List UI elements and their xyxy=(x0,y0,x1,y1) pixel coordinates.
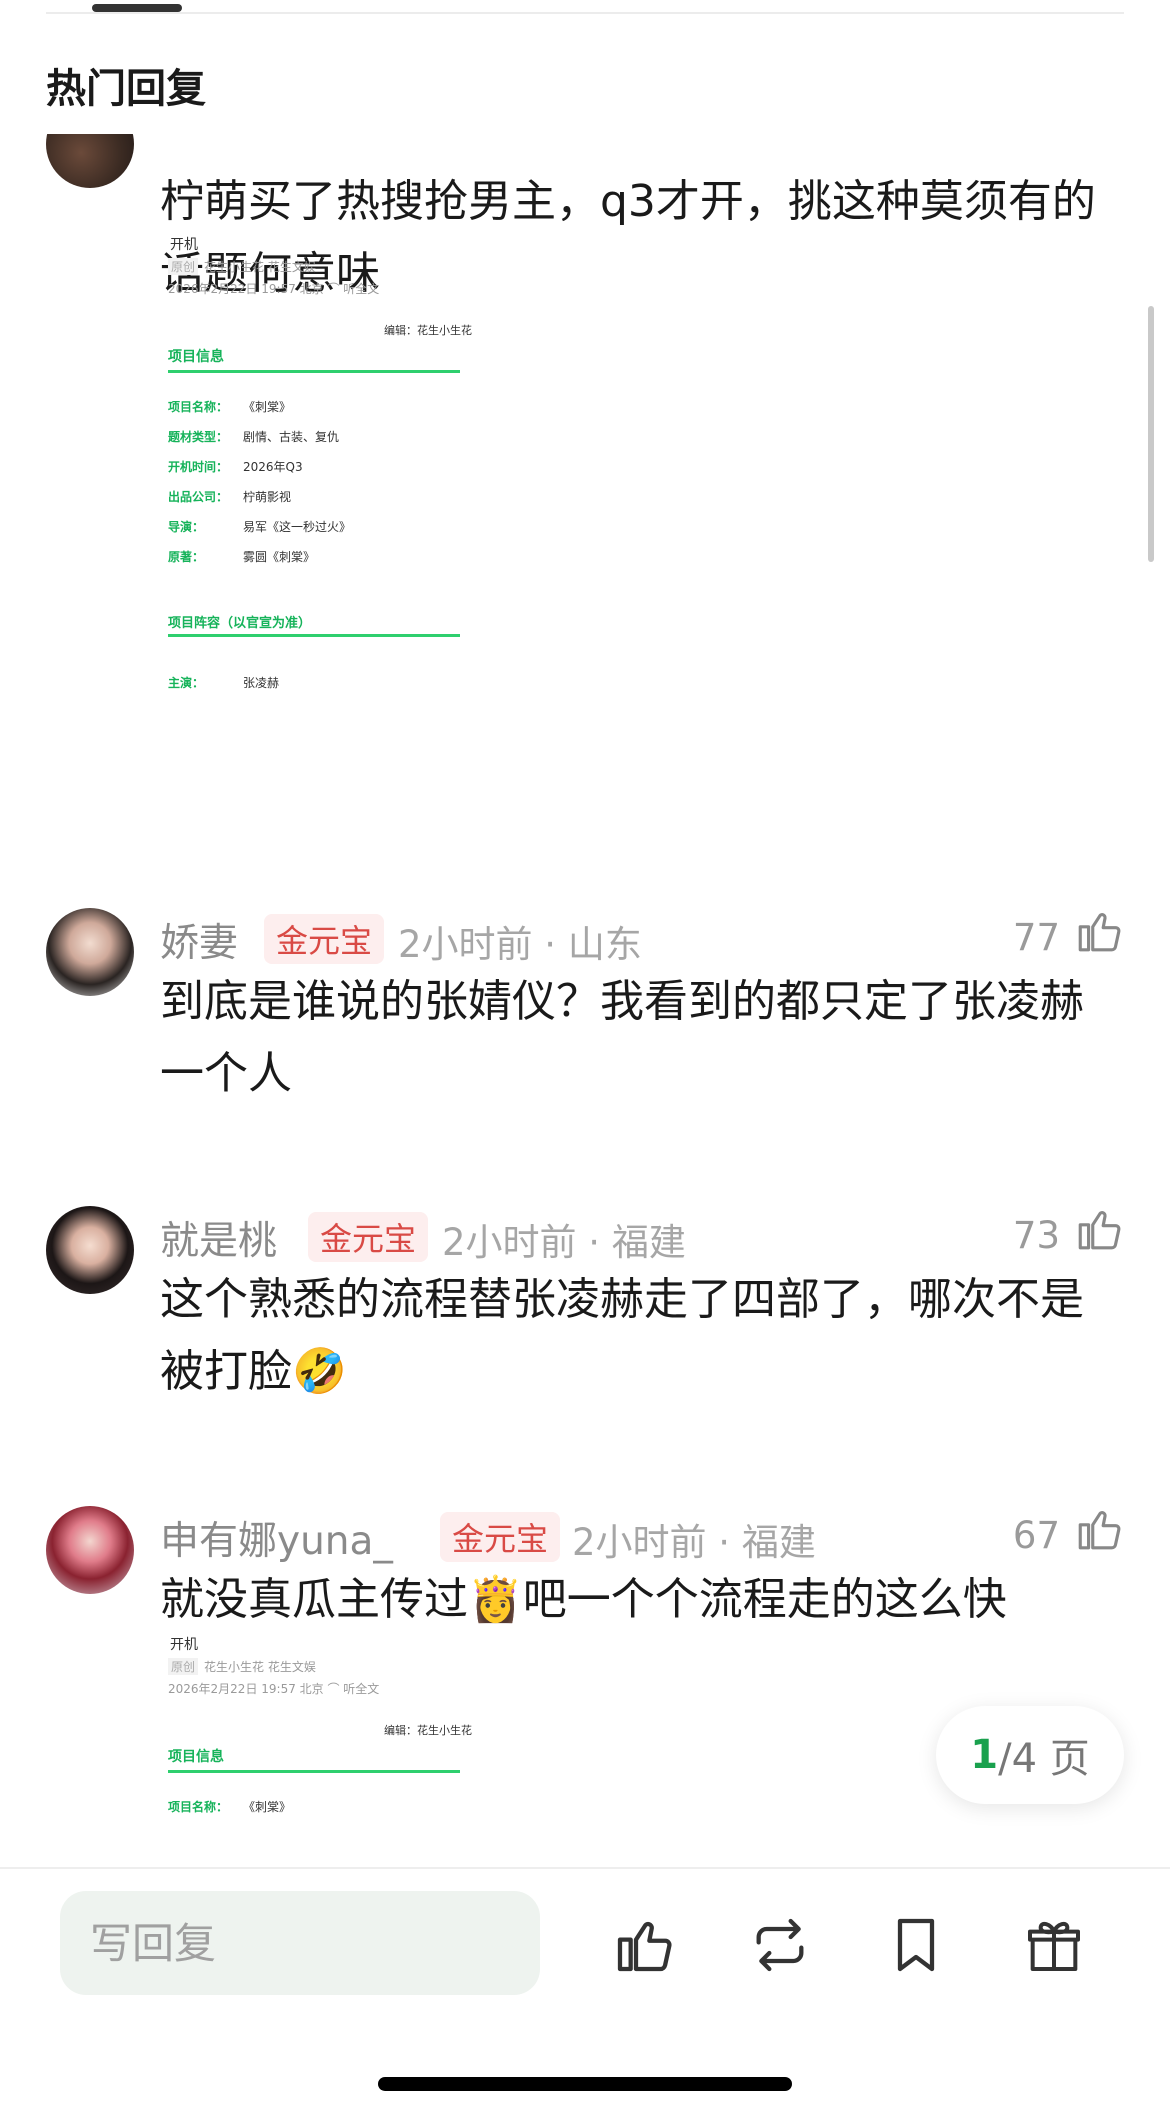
doc-source-line: 原创 花生小生花 花生文娱 xyxy=(168,258,316,275)
status-badge: 金元宝 xyxy=(308,1212,429,1262)
avatar[interactable] xyxy=(46,134,134,188)
reply-input[interactable] xyxy=(60,1891,540,1995)
comment-author[interactable]: 就是桃 xyxy=(160,1210,277,1266)
doc-section-title: 项目信息 xyxy=(168,349,224,365)
avatar[interactable] xyxy=(46,1206,134,1294)
comment-text: 到底是谁说的张婧仪？我看到的都只定了张凌赫一个人 xyxy=(160,976,1084,1099)
gift-icon[interactable] xyxy=(1022,1913,1086,1977)
divider xyxy=(46,12,1124,14)
doc-row: 原著： 雾圆《刺棠》 xyxy=(168,550,316,564)
doc-editor: 编辑：花生小生花 xyxy=(384,324,472,337)
bottom-action-bar xyxy=(0,1867,1170,2124)
sheet-grabber[interactable] xyxy=(92,4,182,12)
like-icon[interactable] xyxy=(612,1913,676,1977)
home-indicator xyxy=(378,2077,792,2091)
comment-text: 就没真瓜主传过👸吧一个个流程走的这么快 xyxy=(160,1574,1007,1625)
comment-author[interactable]: 娇妻 xyxy=(160,912,238,968)
avatar[interactable] xyxy=(46,908,134,996)
doc-row: 项目名称： 《刺棠》 xyxy=(168,1800,292,1814)
doc-row: 题材类型： 剧情、古装、复仇 xyxy=(168,430,340,444)
comment-text: 这个熟悉的流程替张凌赫走了四部了，哪次不是被打脸🤣 xyxy=(160,1274,1084,1397)
comment-author[interactable]: 申有娜yuna_ xyxy=(160,1510,393,1566)
comment-meta: 2小时前 · 福建 xyxy=(572,1521,816,1564)
current-page: 1 xyxy=(970,1732,999,1778)
doc-rule xyxy=(168,1770,460,1773)
doc-editor: 编辑：花生小生花 xyxy=(384,1724,472,1737)
doc-row: 导演： 易军《这一秒过火》 xyxy=(168,520,352,534)
status-badge: 金元宝 xyxy=(264,914,385,964)
doc-row: 项目名称： 《刺棠》 xyxy=(168,400,292,414)
comment-list[interactable]: 柠萌买了热搜抢男主，q3才开，挑这种莫须有的话题何意味 开机 原创 花生小生花 花… xyxy=(0,134,1170,1867)
doc-row: 出品公司： 柠萌影视 xyxy=(168,490,292,504)
doc-section-title: 项目阵容（以官宣为准） xyxy=(168,616,312,631)
doc-row: 主演： 张凌赫 xyxy=(168,676,280,690)
doc-fragment: 开机 xyxy=(170,237,198,253)
like-icon[interactable] xyxy=(1074,906,1124,956)
like-icon[interactable] xyxy=(1074,1204,1124,1254)
like-count: 77 xyxy=(1012,916,1060,959)
bookmark-icon[interactable] xyxy=(884,1913,948,1977)
page-indicator[interactable]: 1/4 页 xyxy=(936,1706,1124,1804)
like-count: 73 xyxy=(1012,1214,1060,1257)
doc-row: 开机时间： 2026年Q3 xyxy=(168,460,303,474)
avatar[interactable] xyxy=(46,1506,134,1594)
like-icon[interactable] xyxy=(1074,1504,1124,1554)
section-title: 热门回复 xyxy=(46,66,206,112)
comment-meta: 2小时前 · 福建 xyxy=(442,1221,686,1264)
doc-rule xyxy=(168,634,460,637)
page-total: /4 页 xyxy=(998,1736,1090,1782)
repost-icon[interactable] xyxy=(748,1913,812,1977)
doc-source-line: 原创 花生小生花 花生文娱 xyxy=(168,1658,316,1675)
attached-image[interactable]: 开机 原创 花生小生花 花生文娱 2026年2月22日 19:57 北京 ⌒ 听全… xyxy=(168,234,480,690)
doc-date: 2026年2月22日 19:57 北京 ⌒ 听全文 xyxy=(168,1682,380,1696)
comment-meta: 2小时前 · 山东 xyxy=(398,923,642,966)
doc-fragment: 开机 xyxy=(170,1637,198,1653)
attached-image[interactable]: 开机 原创 花生小生花 花生文娱 2026年2月22日 19:57 北京 ⌒ 听全… xyxy=(168,1634,480,1864)
status-badge: 金元宝 xyxy=(440,1512,561,1562)
doc-section-title: 项目信息 xyxy=(168,1749,224,1765)
scrollbar[interactable] xyxy=(1148,306,1154,562)
doc-date: 2026年2月22日 19:57 北京 ⌒ 听全文 xyxy=(168,282,380,296)
like-count: 67 xyxy=(1012,1514,1060,1557)
doc-rule xyxy=(168,370,460,373)
